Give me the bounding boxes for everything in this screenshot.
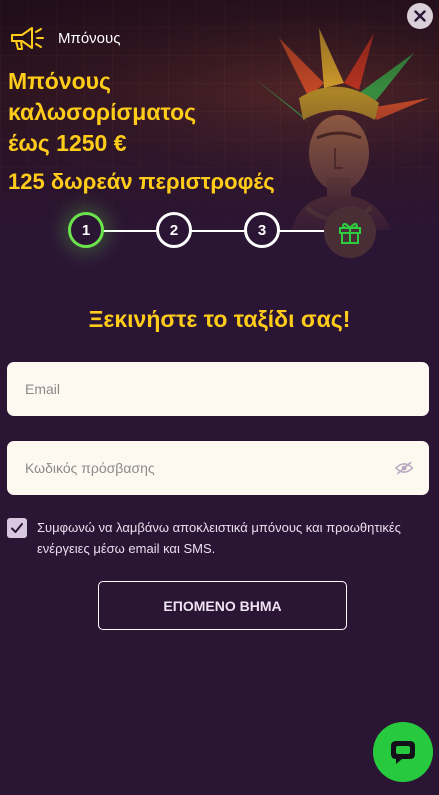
chat-icon [391,741,415,764]
header-bar: Μπόνους [8,20,120,56]
stepper-line [86,230,336,232]
password-field-container [7,441,429,495]
offer-line-1: Μπόνους [8,68,112,94]
eye-off-icon[interactable] [394,461,413,475]
consent-label: Συμφωνώ να λαμβάνω αποκλειστικά μπόνους … [37,520,401,556]
consent-checkbox[interactable] [7,518,27,538]
live-chat-button[interactable] [373,722,433,782]
close-button[interactable] [407,3,433,29]
step-2: 2 [156,212,192,248]
step-1: 1 [68,212,104,248]
close-icon [414,10,426,22]
consent-row: Συμφωνώ να λαμβάνω αποκλειστικά μπόνους … [7,518,435,559]
offer-line-2: καλωσορίσματος [8,99,197,125]
checkmark-icon [11,523,23,533]
step-reward [324,206,376,258]
next-step-button[interactable]: ΕΠΟΜΕΝΟ ΒΗΜΑ [98,581,347,630]
email-field-container [7,362,429,416]
form-heading: Ξεκινήστε το ταξίδι σας! [88,306,351,332]
progress-stepper: 1 2 3 [68,206,378,258]
offer-free-spins: 125 δωρεάν περιστροφές [8,169,275,194]
gift-icon [339,222,361,244]
step-3: 3 [244,212,280,248]
email-input[interactable] [23,380,413,398]
header-title: Μπόνους [58,29,121,47]
offer-amount: έως 1250 € [8,130,127,156]
bonus-offer: Μπόνους καλωσορίσματος έως 1250 € 125 δω… [8,66,308,195]
megaphone-icon [11,27,44,50]
password-input[interactable] [23,459,387,477]
